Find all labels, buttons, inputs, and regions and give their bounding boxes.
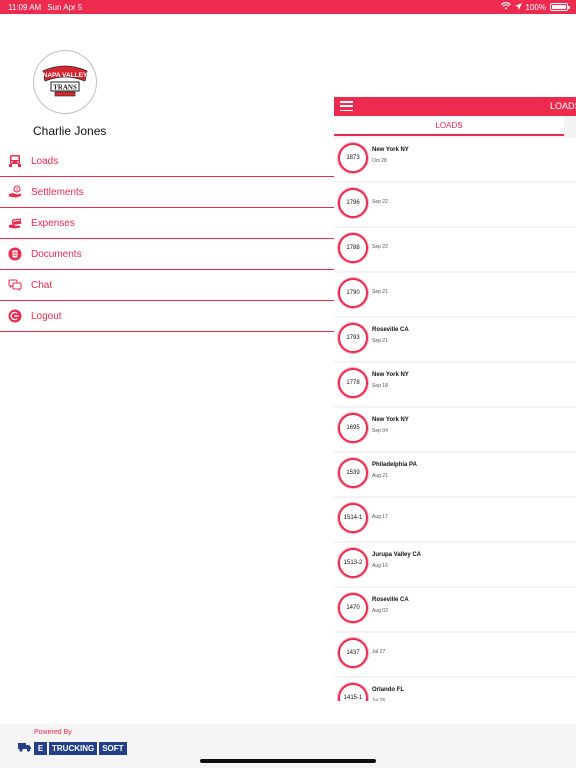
load-list: 1873 New York NY Oct 28 1796 Sep 22 1788 Sep 2… (334, 138, 576, 701)
load-row[interactable]: 1514-1 Aug 17 (334, 498, 576, 543)
battery-percent: 100% (525, 2, 546, 12)
load-row[interactable]: 1788 Sep 22 (334, 228, 576, 273)
load-date: Sep 22 (372, 199, 388, 205)
user-name: Charlie Jones (33, 124, 107, 138)
load-id-badge: 1778 (338, 368, 368, 398)
load-city: Philadelphia PA (372, 462, 417, 468)
load-row[interactable]: 1793 Roseville CA Sep 21 (334, 318, 576, 363)
menu-item-settlements[interactable]: $ Settlements (0, 177, 334, 208)
load-id-badge: 1790 (338, 278, 368, 308)
battery-icon (550, 3, 570, 11)
load-id-badge: 1437 (338, 638, 368, 668)
logout-icon (7, 308, 23, 324)
menu-item-logout[interactable]: Logout (0, 301, 334, 332)
svg-text:$: $ (16, 187, 19, 192)
load-id-badge: 1514-1 (338, 503, 368, 533)
load-row[interactable]: 1695 New York NY Sep 04 (334, 408, 576, 453)
card-hand-icon (7, 215, 23, 231)
side-menu: NAPA VALLEY TRANS Charlie Jones Loads $ … (0, 14, 334, 724)
hamburger-menu-icon[interactable] (340, 101, 353, 111)
load-row[interactable]: 1873 New York NY Oct 28 (334, 138, 576, 183)
menu-item-label: Settlements (31, 186, 84, 198)
load-id-badge: 1539 (338, 458, 368, 488)
loads-header: LOADS (334, 97, 576, 116)
load-city: New York NY (372, 417, 409, 423)
location-icon (514, 2, 522, 12)
load-id-badge: 1695 (338, 413, 368, 443)
load-id-badge: 1788 (338, 233, 368, 263)
load-date: Sep 21 (372, 289, 388, 295)
status-time: 11:09 AM (8, 2, 42, 12)
menu-item-loads[interactable]: Loads (0, 146, 334, 177)
load-city: Roseville CA (372, 597, 409, 603)
load-id-badge: 1513-2 (338, 548, 368, 578)
load-row[interactable]: 1539 Philadelphia PA Aug 21 (334, 453, 576, 498)
load-date: Aug 21 (372, 473, 388, 479)
status-date: Sun Apr 5 (47, 2, 83, 12)
load-id-badge: 1793 (338, 323, 368, 353)
load-row[interactable]: 1470 Roseville CA Aug 02 (334, 588, 576, 633)
menu-item-label: Documents (31, 248, 82, 260)
menu-item-expenses[interactable]: Expenses (0, 208, 334, 239)
load-city: New York NY (372, 372, 409, 378)
load-date: Aug 16 (372, 563, 388, 569)
document-icon (7, 246, 23, 262)
menu-item-documents[interactable]: Documents (0, 239, 334, 270)
load-date: Sep 21 (372, 338, 388, 344)
home-indicator[interactable] (200, 759, 376, 763)
load-date: Sep 04 (372, 428, 388, 434)
truck-logo-icon (18, 739, 32, 757)
load-date: Jul 26 (372, 698, 386, 701)
menu-item-label: Logout (31, 310, 62, 322)
load-row[interactable]: 1513-2 Jurupa Valley CA Aug 16 (334, 543, 576, 588)
load-date: Sep 22 (372, 244, 388, 250)
loads-panel: LOADS LOADS 1873 New York NY Oct 28 1796 Sep… (334, 97, 576, 701)
menu-list: Loads $ Settlements Expenses Documents C… (0, 146, 334, 332)
load-id-badge: 1415-1 (338, 683, 368, 701)
load-date: Oct 28 (372, 158, 387, 164)
load-city: Orlando FL (372, 687, 404, 693)
load-row[interactable]: 1790 Sep 21 (334, 273, 576, 318)
menu-item-chat[interactable]: Chat (0, 270, 334, 301)
chat-icon (7, 277, 23, 293)
load-row[interactable]: 1778 New York NY Sep 18 (334, 363, 576, 408)
company-logo: NAPA VALLEY TRANS (33, 50, 97, 114)
load-id-badge: 1796 (338, 188, 368, 218)
powered-by-label: Powered By (34, 729, 72, 736)
load-city: Jurupa Valley CA (372, 552, 422, 558)
wifi-icon (500, 2, 511, 12)
app: 11:09 AM Sun Apr 5 100% NAPA VALLEY TRAN… (0, 0, 576, 768)
menu-item-label: Loads (31, 155, 59, 167)
load-city: Roseville CA (372, 327, 409, 333)
logo-text-bottom: TRANS (53, 84, 77, 92)
load-row[interactable]: 1796 Sep 22 (334, 183, 576, 228)
loads-header-title: LOADS (550, 101, 576, 111)
menu-item-label: Chat (31, 279, 53, 291)
status-bar: 11:09 AM Sun Apr 5 100% (0, 0, 576, 14)
load-date: Aug 17 (372, 514, 388, 520)
load-id-badge: 1873 (338, 143, 368, 173)
brand-e: E (34, 741, 47, 755)
load-row[interactable]: 1437 Jul 27 (334, 633, 576, 678)
tab-loads[interactable]: LOADS (334, 116, 564, 136)
load-date: Sep 18 (372, 383, 388, 389)
load-row[interactable]: 1415-1 Orlando FL Jul 26 (334, 678, 576, 701)
money-hand-icon: $ (7, 184, 23, 200)
etruckingsoft-logo: E TRUCKING SOFT (18, 739, 127, 757)
load-id-badge: 1470 (338, 593, 368, 623)
logo-text-top: NAPA VALLEY (43, 72, 88, 79)
menu-item-label: Expenses (31, 217, 75, 229)
truck-icon (7, 153, 23, 169)
load-date: Aug 02 (372, 608, 388, 614)
brand-soft: SOFT (99, 741, 127, 755)
brand-trucking: TRUCKING (49, 741, 98, 755)
load-date: Jul 27 (372, 649, 386, 655)
load-city: New York NY (372, 147, 409, 153)
